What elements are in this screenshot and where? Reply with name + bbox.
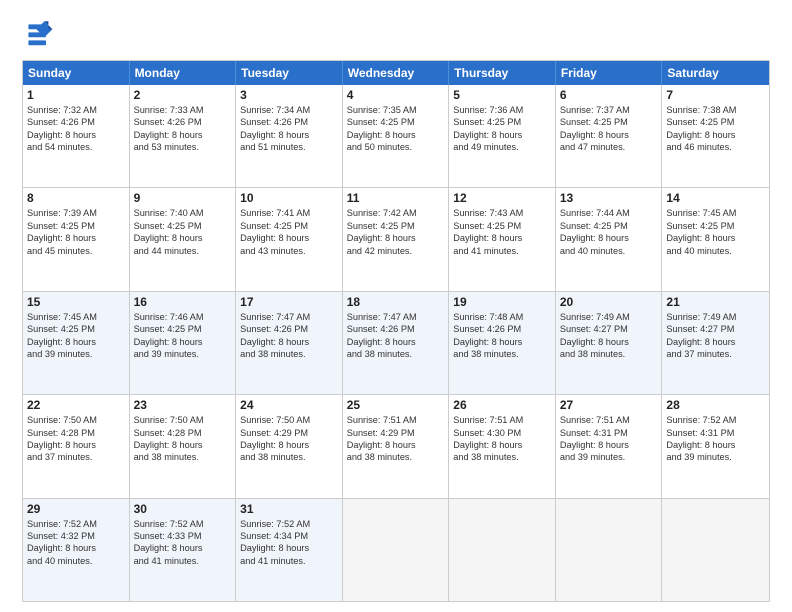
calendar-cell: 2Sunrise: 7:33 AMSunset: 4:26 PMDaylight… bbox=[130, 85, 237, 187]
calendar-cell bbox=[449, 499, 556, 601]
calendar-row-3: 15Sunrise: 7:45 AMSunset: 4:25 PMDayligh… bbox=[23, 291, 769, 394]
calendar-cell: 31Sunrise: 7:52 AMSunset: 4:34 PMDayligh… bbox=[236, 499, 343, 601]
header bbox=[22, 18, 770, 50]
calendar-cell bbox=[556, 499, 663, 601]
calendar-cell: 29Sunrise: 7:52 AMSunset: 4:32 PMDayligh… bbox=[23, 499, 130, 601]
calendar-cell: 12Sunrise: 7:43 AMSunset: 4:25 PMDayligh… bbox=[449, 188, 556, 290]
header-day-saturday: Saturday bbox=[662, 61, 769, 85]
header-day-thursday: Thursday bbox=[449, 61, 556, 85]
calendar: SundayMondayTuesdayWednesdayThursdayFrid… bbox=[22, 60, 770, 602]
calendar-cell: 7Sunrise: 7:38 AMSunset: 4:25 PMDaylight… bbox=[662, 85, 769, 187]
logo bbox=[22, 18, 58, 50]
calendar-cell: 23Sunrise: 7:50 AMSunset: 4:28 PMDayligh… bbox=[130, 395, 237, 497]
calendar-row-2: 8Sunrise: 7:39 AMSunset: 4:25 PMDaylight… bbox=[23, 187, 769, 290]
calendar-cell: 24Sunrise: 7:50 AMSunset: 4:29 PMDayligh… bbox=[236, 395, 343, 497]
calendar-row-1: 1Sunrise: 7:32 AMSunset: 4:26 PMDaylight… bbox=[23, 85, 769, 187]
calendar-cell: 18Sunrise: 7:47 AMSunset: 4:26 PMDayligh… bbox=[343, 292, 450, 394]
calendar-cell: 22Sunrise: 7:50 AMSunset: 4:28 PMDayligh… bbox=[23, 395, 130, 497]
header-day-wednesday: Wednesday bbox=[343, 61, 450, 85]
calendar-header: SundayMondayTuesdayWednesdayThursdayFrid… bbox=[23, 61, 769, 85]
calendar-body: 1Sunrise: 7:32 AMSunset: 4:26 PMDaylight… bbox=[23, 85, 769, 601]
calendar-cell: 28Sunrise: 7:52 AMSunset: 4:31 PMDayligh… bbox=[662, 395, 769, 497]
calendar-cell: 20Sunrise: 7:49 AMSunset: 4:27 PMDayligh… bbox=[556, 292, 663, 394]
header-day-tuesday: Tuesday bbox=[236, 61, 343, 85]
calendar-cell: 1Sunrise: 7:32 AMSunset: 4:26 PMDaylight… bbox=[23, 85, 130, 187]
header-day-monday: Monday bbox=[130, 61, 237, 85]
calendar-cell: 4Sunrise: 7:35 AMSunset: 4:25 PMDaylight… bbox=[343, 85, 450, 187]
calendar-cell bbox=[343, 499, 450, 601]
calendar-cell: 10Sunrise: 7:41 AMSunset: 4:25 PMDayligh… bbox=[236, 188, 343, 290]
calendar-cell: 30Sunrise: 7:52 AMSunset: 4:33 PMDayligh… bbox=[130, 499, 237, 601]
calendar-cell: 17Sunrise: 7:47 AMSunset: 4:26 PMDayligh… bbox=[236, 292, 343, 394]
calendar-cell: 8Sunrise: 7:39 AMSunset: 4:25 PMDaylight… bbox=[23, 188, 130, 290]
calendar-cell: 11Sunrise: 7:42 AMSunset: 4:25 PMDayligh… bbox=[343, 188, 450, 290]
header-day-sunday: Sunday bbox=[23, 61, 130, 85]
calendar-row-5: 29Sunrise: 7:52 AMSunset: 4:32 PMDayligh… bbox=[23, 498, 769, 601]
calendar-cell bbox=[662, 499, 769, 601]
calendar-cell: 27Sunrise: 7:51 AMSunset: 4:31 PMDayligh… bbox=[556, 395, 663, 497]
calendar-cell: 14Sunrise: 7:45 AMSunset: 4:25 PMDayligh… bbox=[662, 188, 769, 290]
calendar-cell: 15Sunrise: 7:45 AMSunset: 4:25 PMDayligh… bbox=[23, 292, 130, 394]
calendar-cell: 3Sunrise: 7:34 AMSunset: 4:26 PMDaylight… bbox=[236, 85, 343, 187]
calendar-cell: 6Sunrise: 7:37 AMSunset: 4:25 PMDaylight… bbox=[556, 85, 663, 187]
calendar-cell: 25Sunrise: 7:51 AMSunset: 4:29 PMDayligh… bbox=[343, 395, 450, 497]
calendar-cell: 9Sunrise: 7:40 AMSunset: 4:25 PMDaylight… bbox=[130, 188, 237, 290]
logo-icon bbox=[22, 18, 54, 50]
header-day-friday: Friday bbox=[556, 61, 663, 85]
calendar-cell: 21Sunrise: 7:49 AMSunset: 4:27 PMDayligh… bbox=[662, 292, 769, 394]
calendar-cell: 19Sunrise: 7:48 AMSunset: 4:26 PMDayligh… bbox=[449, 292, 556, 394]
calendar-page: SundayMondayTuesdayWednesdayThursdayFrid… bbox=[0, 0, 792, 612]
calendar-cell: 5Sunrise: 7:36 AMSunset: 4:25 PMDaylight… bbox=[449, 85, 556, 187]
calendar-cell: 13Sunrise: 7:44 AMSunset: 4:25 PMDayligh… bbox=[556, 188, 663, 290]
calendar-cell: 16Sunrise: 7:46 AMSunset: 4:25 PMDayligh… bbox=[130, 292, 237, 394]
calendar-cell: 26Sunrise: 7:51 AMSunset: 4:30 PMDayligh… bbox=[449, 395, 556, 497]
calendar-row-4: 22Sunrise: 7:50 AMSunset: 4:28 PMDayligh… bbox=[23, 394, 769, 497]
